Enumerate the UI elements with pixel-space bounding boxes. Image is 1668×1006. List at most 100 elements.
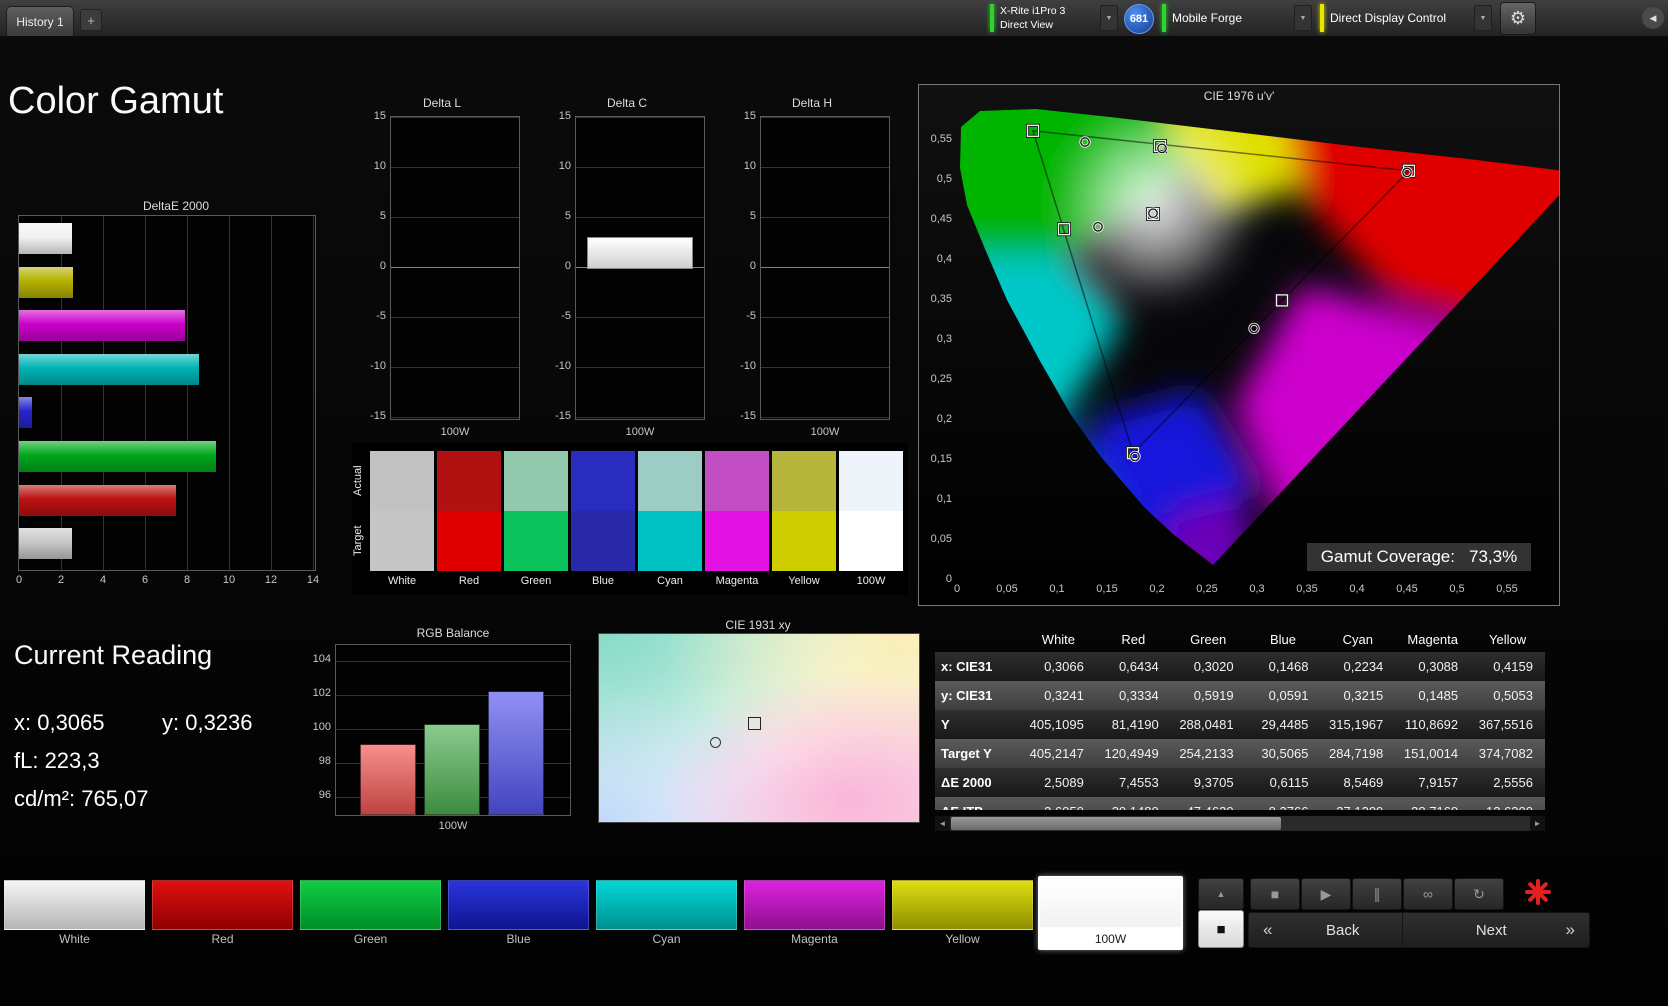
- table-cell: 81,4190: [1111, 717, 1159, 732]
- swatch-column-red: Red: [437, 451, 501, 595]
- pattern-button-cyan[interactable]: Cyan: [594, 876, 739, 950]
- add-tab-button[interactable]: +: [80, 9, 102, 31]
- cie-tick-label: 0,25: [931, 373, 952, 385]
- swatch-target-yellow: [772, 511, 836, 571]
- delta-l-ylabels: 15 10 5 0 -5 -10 -15: [360, 96, 388, 436]
- transport-buttons: ■ ▶ ∥ ∞ ↻: [1250, 878, 1510, 910]
- delta-c-ytick: -5: [561, 310, 571, 322]
- reading-count-badge: 681: [1124, 4, 1154, 34]
- collapse-controls-button[interactable]: ▲: [1198, 878, 1244, 910]
- gamut-coverage-label: Gamut Coverage:: [1320, 547, 1455, 566]
- table-header: White Red Green Blue Cyan Magenta Yellow: [935, 626, 1545, 652]
- delta-c-gridline: [576, 117, 704, 118]
- swatch-label: Magenta: [715, 575, 759, 587]
- scroll-thumb[interactable]: [951, 817, 1281, 830]
- pattern-button-100w[interactable]: 100W: [1038, 876, 1183, 950]
- pattern-button-yellow[interactable]: Yellow: [890, 876, 1035, 950]
- table-cell: 110,8692: [1404, 717, 1459, 732]
- pattern-label: Red: [211, 932, 234, 946]
- cie-tick-label: 0,3: [937, 333, 952, 345]
- continuous-button[interactable]: ∞: [1403, 878, 1453, 910]
- table-cell: 120,4949: [1104, 746, 1159, 761]
- table-row-label: Target Y: [941, 746, 992, 761]
- refresh-button[interactable]: ↻: [1454, 878, 1504, 910]
- gamut-coverage: Gamut Coverage: 73,3%: [1307, 543, 1531, 571]
- pattern-button-blue[interactable]: Blue: [446, 876, 591, 950]
- back-button[interactable]: « Back: [1248, 912, 1428, 948]
- deltae-bar-red: [19, 484, 176, 516]
- stop-icon: ■: [1270, 886, 1280, 902]
- meter-dropdown[interactable]: X-Rite i1Pro 3 Direct View ▼: [990, 2, 1118, 34]
- collapse-panel-button[interactable]: ◀: [1642, 7, 1664, 29]
- table-col-header: Magenta: [1407, 631, 1458, 647]
- rgb-ytick: 104: [312, 653, 331, 665]
- settings-button[interactable]: ⚙: [1500, 2, 1536, 35]
- pattern-button-green[interactable]: Green: [298, 876, 443, 950]
- scroll-left-button[interactable]: ◄: [935, 816, 950, 831]
- autocal-button[interactable]: [1514, 872, 1562, 912]
- table-cell: 0,5919: [1193, 688, 1234, 703]
- deltae-xtick: 12: [264, 574, 278, 586]
- scroll-right-button[interactable]: ►: [1530, 816, 1545, 831]
- autocal-star-icon: [1525, 879, 1551, 905]
- pattern-window-button[interactable]: ■: [1198, 910, 1244, 948]
- meter-mode: Direct View: [1000, 19, 1053, 31]
- cie1931-target-marker: [747, 717, 761, 731]
- table-cell: 0,1485: [1418, 688, 1459, 703]
- table-cell: 0,3088: [1418, 659, 1459, 674]
- delta-h-ytick: -10: [740, 360, 756, 372]
- table-row: ΔE 2000 2,5089 7,4553 9,3705 0,6115 8,5469 7,9…: [935, 768, 1545, 797]
- swatch-row-label-actual: Actual: [352, 465, 364, 497]
- cie-tick-label: 0,2: [1149, 583, 1164, 595]
- display-control-dropdown[interactable]: Direct Display Control ▼: [1320, 2, 1492, 34]
- pattern-button-magenta[interactable]: Magenta: [742, 876, 887, 950]
- stop-button[interactable]: ■: [1250, 878, 1300, 910]
- swatch-strip: Actual Target White Red Green Blue Cyan Magen…: [352, 443, 908, 595]
- delta-h-gridline: [761, 417, 889, 418]
- delta-l-ytick: 10: [373, 160, 386, 172]
- pattern-bar: White Red Green Blue Cyan Magenta Yellow 100W: [0, 876, 1192, 952]
- pause-icon: ∥: [1373, 885, 1381, 902]
- pattern-swatch: [892, 880, 1033, 930]
- delta-l-ytick: -5: [376, 310, 386, 322]
- delta-h-ytick: -15: [740, 410, 756, 422]
- table-cell: 284,7198: [1329, 746, 1384, 761]
- delta-c-plot: [575, 116, 705, 420]
- next-button[interactable]: Next »: [1402, 912, 1590, 948]
- table-cell: 367,5516: [1478, 717, 1533, 732]
- table-cell: 20,1480: [1096, 804, 1171, 810]
- tab-history-1[interactable]: History 1: [6, 6, 74, 36]
- cie-tick-label: 0,4: [1349, 583, 1364, 595]
- table-cell: 0,4159: [1493, 659, 1533, 674]
- swatch-label: Red: [458, 575, 480, 587]
- table-cell: 0,6434: [1118, 659, 1159, 674]
- cie1931-measured-marker: [710, 737, 722, 749]
- deltae-bar-magenta: [19, 310, 186, 342]
- pattern-label: Cyan: [652, 932, 681, 946]
- deltae-xtick: 6: [141, 574, 149, 586]
- pause-button[interactable]: ∥: [1352, 878, 1402, 910]
- delta-l-ytick: 15: [373, 110, 386, 122]
- swatch-column-100w: 100W: [839, 451, 903, 595]
- pattern-button-white[interactable]: White: [2, 876, 147, 950]
- swatch-target-white: [370, 511, 434, 571]
- table-cell: 254,2133: [1179, 746, 1234, 761]
- pattern-button-red[interactable]: Red: [150, 876, 295, 950]
- delta-h-gridline: [761, 267, 889, 268]
- workflow-dropdown[interactable]: Mobile Forge ▼: [1162, 2, 1312, 34]
- delta-c-xlabel: 100W: [625, 426, 655, 438]
- delta-l-gridline: [391, 367, 519, 368]
- rgb-ylabels: 104 102 100 98 96: [303, 626, 333, 826]
- square-icon: ■: [1216, 920, 1226, 938]
- play-button[interactable]: ▶: [1301, 878, 1351, 910]
- cie-tick-label: 0,45: [931, 213, 952, 225]
- table-col-header: Yellow: [1489, 631, 1527, 647]
- pattern-swatch: [152, 880, 293, 930]
- refresh-icon: ↻: [1473, 885, 1485, 902]
- swatch-column-magenta: Magenta: [705, 451, 769, 595]
- table-row-label: y: CIE31: [941, 688, 993, 703]
- rgb-ytick: 102: [312, 687, 331, 699]
- table-scrollbar[interactable]: ◄ ►: [935, 816, 1545, 831]
- cie-tick-label: 0,05: [931, 533, 952, 545]
- delta-c-gridline: [576, 167, 704, 168]
